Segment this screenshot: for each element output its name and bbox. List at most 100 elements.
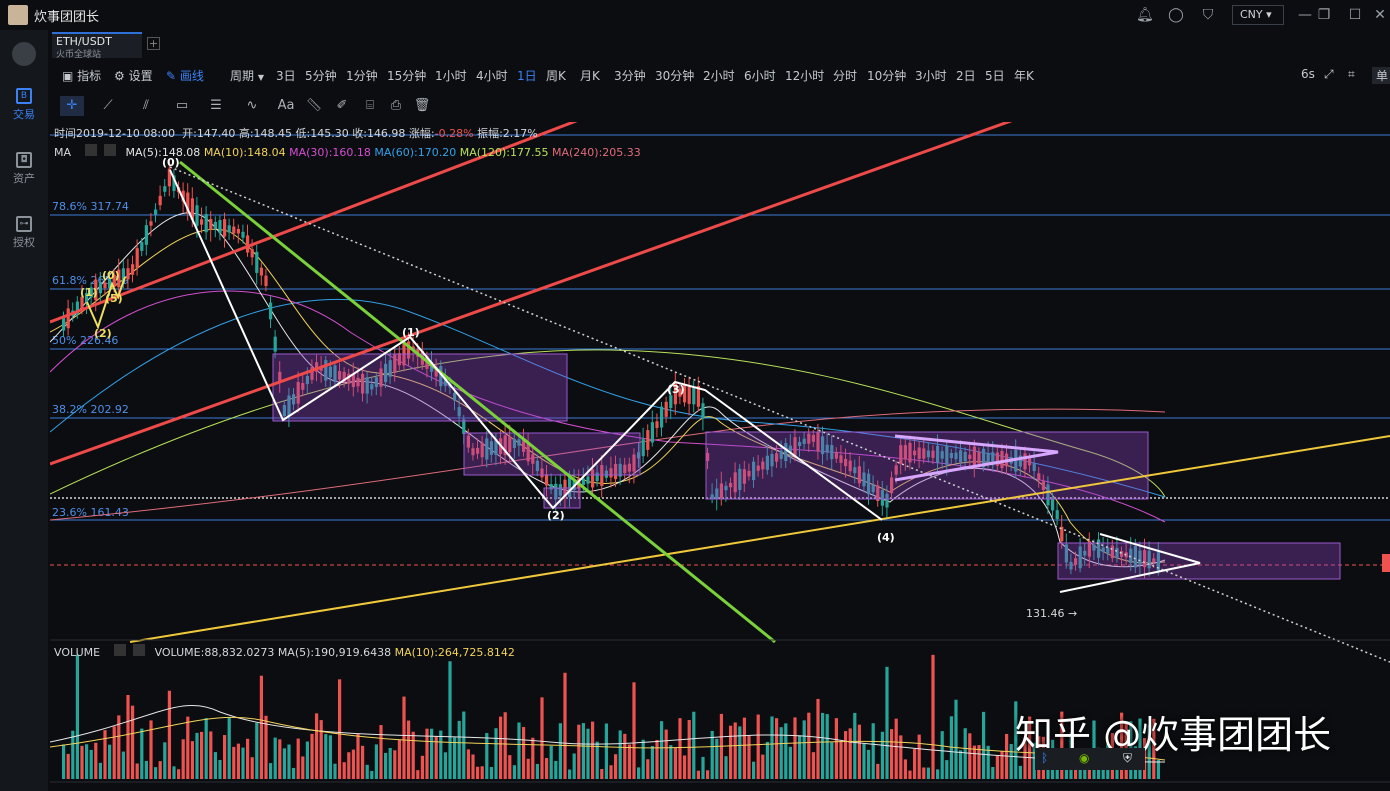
volume-bar <box>954 699 958 779</box>
volume-bar <box>85 744 89 779</box>
restore-icon[interactable]: ❐ <box>1316 7 1332 23</box>
gear-icon[interactable] <box>84 144 97 156</box>
add-tab-button[interactable]: + <box>147 37 160 50</box>
volume-bar <box>200 731 204 779</box>
period-7[interactable]: 周K <box>546 67 566 84</box>
text-tool-icon[interactable]: Aa <box>274 96 298 116</box>
wave-tool-icon[interactable]: ∿ <box>240 96 264 116</box>
screenshot-icon[interactable]: ⌗ <box>1348 67 1355 82</box>
volume-bar <box>830 742 834 779</box>
parallel-tool-icon[interactable]: ⫽ <box>134 96 158 116</box>
indicator-button[interactable]: ▣ 指标 <box>62 67 101 84</box>
ruler-tool-icon[interactable]: 📏︎ <box>302 96 326 116</box>
volume-bar <box>264 715 268 779</box>
volume-bar <box>890 729 894 779</box>
volume-bar <box>742 717 746 779</box>
ma-legend: MA MA(5):148.08 MA(10):148.04 MA(30):160… <box>54 144 641 159</box>
draw-button[interactable]: ✎ 画线 <box>166 67 204 84</box>
wave-label: (4) <box>877 531 895 544</box>
rectangle-tool-icon[interactable]: ▭ <box>170 96 194 116</box>
range-box <box>1057 542 1341 580</box>
candle-body <box>655 421 659 429</box>
tab-eth-usdt[interactable]: ETH/USDT 火币全球站 <box>52 32 142 60</box>
brush-tool-icon[interactable]: ✐ <box>330 96 354 116</box>
period-16[interactable]: 3小时 <box>915 67 947 84</box>
period-18[interactable]: 5日 <box>985 67 1005 84</box>
close-icon[interactable]: ✕ <box>1372 7 1388 23</box>
maximize-icon[interactable]: ☐ <box>1347 7 1363 23</box>
volume-bar <box>232 746 236 779</box>
nvidia-icon[interactable]: ◉ <box>1079 751 1089 765</box>
shield-icon[interactable]: ⛨ <box>1123 751 1132 766</box>
kline-chart[interactable]: 78.6% 317.7461.8% 265.5950% 226.4638.2% … <box>50 122 1390 791</box>
period-13[interactable]: 12小时 <box>785 67 824 84</box>
measure-tool-icon[interactable]: ⌸ <box>358 96 382 116</box>
wave-label: (2) <box>547 509 565 522</box>
volume-bar <box>1115 769 1119 779</box>
candle-body <box>669 395 673 409</box>
range-box <box>705 431 1149 500</box>
bluetooth-icon[interactable]: ᛒ <box>1041 751 1048 765</box>
close-icon[interactable] <box>104 144 117 156</box>
sidebar-item-authorize[interactable]: ⊶ 授权 <box>0 216 48 250</box>
period-5[interactable]: 4小时 <box>476 67 508 84</box>
volume-bar <box>715 738 719 779</box>
settings-button[interactable]: ⚙ 设置 <box>114 67 153 84</box>
volume-bar <box>857 724 861 779</box>
crosshair-tool-icon[interactable]: ✛ <box>60 96 84 116</box>
sidebar-item-trade[interactable]: B 交易 <box>0 88 48 122</box>
candle-body <box>687 385 691 404</box>
period-1[interactable]: 5分钟 <box>305 67 337 84</box>
volume-bar <box>692 711 696 779</box>
volume-bar <box>945 760 949 779</box>
lock-tool-icon[interactable]: ⎙ <box>384 96 408 116</box>
candle-body <box>660 406 664 428</box>
close-icon[interactable] <box>133 644 146 656</box>
volume-bar <box>98 762 102 779</box>
volume-bar <box>407 720 411 779</box>
volume-bar <box>186 716 190 779</box>
fib-tool-icon[interactable]: ☰ <box>204 96 228 116</box>
period-8[interactable]: 月K <box>580 67 600 84</box>
shirt-icon[interactable]: ⛉ <box>1200 7 1216 23</box>
period-15[interactable]: 10分钟 <box>867 67 906 84</box>
period-17[interactable]: 2日 <box>956 67 976 84</box>
trash-icon[interactable]: 🗑︎ <box>410 96 434 116</box>
volume-bar <box>913 748 917 779</box>
range-box <box>463 432 641 476</box>
sidebar-item-assets[interactable]: ◘ 资产 <box>0 152 48 186</box>
volume-bar <box>549 745 553 779</box>
bell-icon[interactable]: 🔔︎ <box>1136 7 1154 23</box>
period-11[interactable]: 2小时 <box>703 67 735 84</box>
ma-curve <box>50 228 1166 564</box>
volume-bar <box>453 737 457 779</box>
period-9[interactable]: 3分钟 <box>614 67 646 84</box>
period-6[interactable]: 1日 <box>517 67 537 84</box>
period-10[interactable]: 30分钟 <box>655 67 694 84</box>
volume-bar <box>94 742 98 779</box>
currency-select[interactable]: CNY ▾ <box>1232 5 1284 25</box>
single-mode-button[interactable]: 单 <box>1372 67 1390 84</box>
period-3[interactable]: 15分钟 <box>387 67 426 84</box>
line-tool-icon[interactable]: ⟋ <box>96 96 120 116</box>
volume-bar <box>287 744 291 779</box>
volume-bar <box>940 731 944 779</box>
drawing-toolbar: ✛ ⟋ ⫽ ▭ ☰ ∿ Aa 📏︎ ✐ ⌸ ⎙ 🗑︎ <box>52 94 452 118</box>
period-19[interactable]: 年K <box>1014 67 1034 84</box>
period-dropdown[interactable]: 周期 ▼ <box>230 67 264 84</box>
minimize-icon[interactable]: — <box>1297 7 1313 23</box>
period-14[interactable]: 分时 <box>833 67 857 84</box>
chat-icon[interactable]: ◯ <box>1168 7 1184 23</box>
period-12[interactable]: 6小时 <box>744 67 776 84</box>
gear-icon[interactable] <box>113 644 126 656</box>
volume-bar <box>282 748 286 779</box>
refresh-interval[interactable]: 6s <box>1301 67 1315 81</box>
fullscreen-icon[interactable]: ⤢ <box>1324 67 1334 82</box>
period-0[interactable]: 3日 <box>276 67 296 84</box>
volume-bar <box>338 679 342 779</box>
period-2[interactable]: 1分钟 <box>346 67 378 84</box>
period-4[interactable]: 1小时 <box>435 67 467 84</box>
volume-bar <box>926 767 930 779</box>
volume-bar <box>333 763 337 779</box>
fib-label: 38.2% 202.92 <box>52 403 129 416</box>
